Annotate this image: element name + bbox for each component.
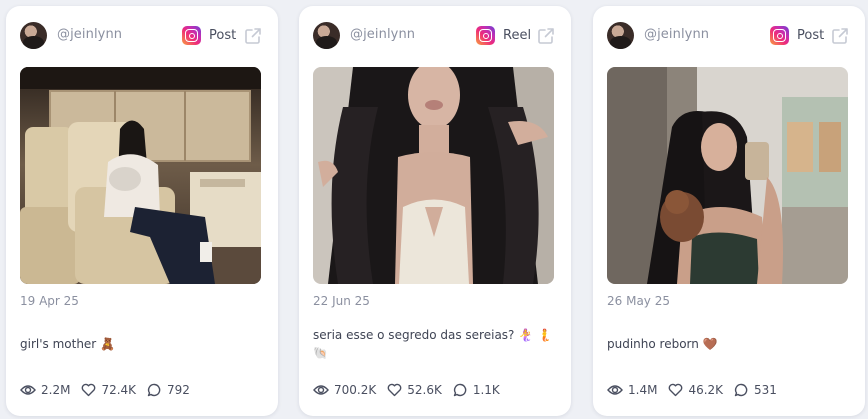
external-link-icon[interactable]: [244, 27, 262, 45]
comments-count: 531: [754, 383, 777, 397]
comments-stat: 531: [734, 383, 777, 397]
post-type-label: Post: [797, 28, 825, 43]
username[interactable]: @jeinlynn: [644, 27, 709, 42]
views-stat: 2.2M: [20, 383, 70, 397]
post-card[interactable]: @jeinlynn Reel 22 Jun 25 seria esse o se…: [299, 6, 571, 416]
likes-stat: 46.2K: [668, 383, 723, 397]
heart-icon: [387, 383, 402, 397]
comments-count: 1.1K: [472, 383, 500, 397]
eye-icon: [313, 385, 329, 395]
post-date: 26 May 25: [607, 294, 670, 308]
heart-icon: [669, 383, 683, 397]
avatar[interactable]: [313, 22, 340, 49]
views-stat: 1.4M: [607, 383, 657, 397]
heart-icon: [82, 383, 96, 397]
likes-count: 72.4K: [101, 383, 137, 397]
avatar[interactable]: [20, 22, 47, 49]
post-type-label: Post: [209, 28, 237, 43]
post-caption: pudinho reborn 🤎: [607, 337, 718, 351]
external-link-icon[interactable]: [831, 27, 849, 45]
instagram-icon: [476, 26, 495, 45]
post-caption: girl's mother 🧸: [20, 337, 115, 351]
views-count: 700.2K: [334, 383, 377, 397]
post-image[interactable]: [20, 67, 261, 284]
comment-icon: [147, 383, 161, 397]
avatar[interactable]: [607, 22, 634, 49]
instagram-icon: [182, 26, 201, 45]
eye-icon: [607, 385, 623, 395]
post-card-header: @jeinlynn Reel: [299, 6, 571, 66]
post-card[interactable]: @jeinlynn Post 19 Apr 25 girl's mother 🧸…: [6, 6, 278, 416]
views-count: 2.2M: [41, 383, 71, 397]
views-count: 1.4M: [628, 383, 658, 397]
likes-count: 46.2K: [688, 383, 724, 397]
external-link-icon[interactable]: [537, 27, 555, 45]
post-card-header: @jeinlynn Post: [6, 6, 278, 66]
post-caption: seria esse o segredo das sereias? 🧜‍♀️ 🧜…: [313, 328, 552, 360]
comments-stat: 1.1K: [453, 383, 500, 397]
post-image[interactable]: [607, 67, 848, 284]
post-type-label: Reel: [503, 28, 532, 43]
likes-stat: 72.4K: [81, 383, 136, 397]
username[interactable]: @jeinlynn: [57, 27, 122, 42]
post-date: 19 Apr 25: [20, 294, 79, 308]
comment-icon: [453, 383, 467, 397]
username[interactable]: @jeinlynn: [350, 27, 415, 42]
comment-icon: [734, 383, 748, 397]
post-stats: 700.2K 52.6K 1.1K: [313, 382, 511, 398]
post-stats: 2.2M 72.4K 792: [20, 382, 201, 398]
post-card[interactable]: @jeinlynn Post 26 May 25 pudinho reborn …: [593, 6, 865, 416]
post-image[interactable]: [313, 67, 554, 284]
comments-count: 792: [167, 383, 190, 397]
post-stats: 1.4M 46.2K 531: [607, 382, 788, 398]
eye-icon: [20, 385, 36, 395]
instagram-icon: [770, 26, 789, 45]
likes-count: 52.6K: [407, 383, 442, 397]
comments-stat: 792: [147, 383, 190, 397]
post-date: 22 Jun 25: [313, 294, 370, 308]
likes-stat: 52.6K: [387, 383, 442, 397]
post-card-header: @jeinlynn Post: [593, 6, 865, 66]
views-stat: 700.2K: [313, 383, 376, 397]
